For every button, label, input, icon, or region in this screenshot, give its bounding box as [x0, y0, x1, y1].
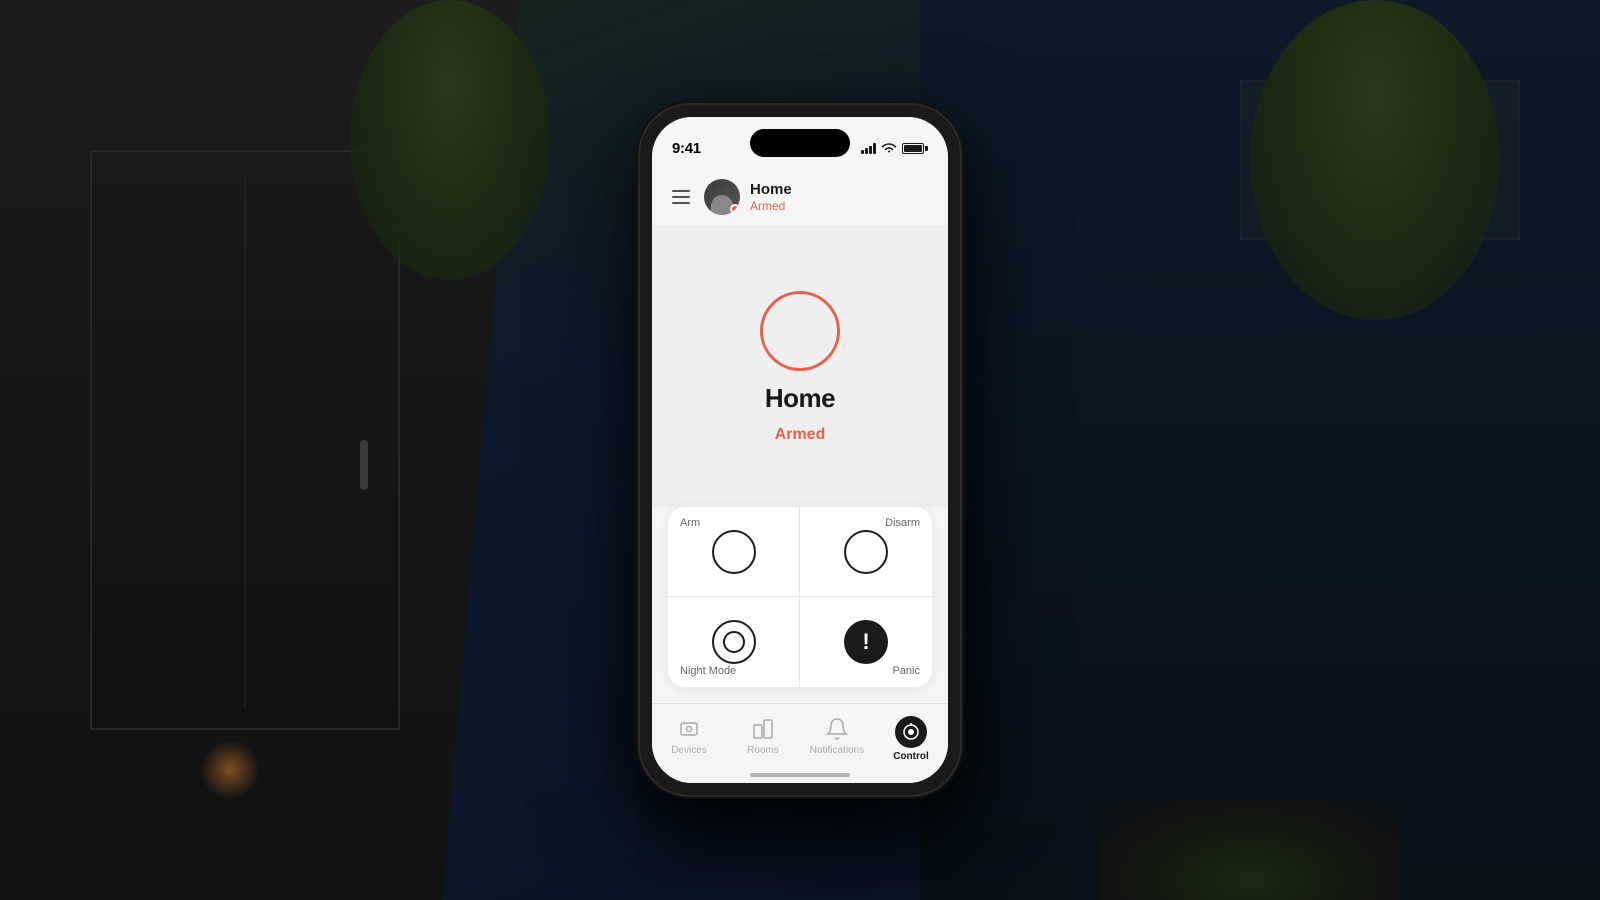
bg-door [90, 150, 400, 730]
notifications-tab-icon [824, 716, 850, 742]
night-mode-button[interactable]: Night Mode [668, 597, 800, 687]
night-mode-icon [712, 620, 756, 664]
control-grid: Arm Disarm Night Mode ! [668, 507, 932, 687]
app-header: Home Armed [652, 167, 948, 227]
menu-line-3 [672, 202, 690, 204]
main-status: Armed [775, 426, 826, 444]
panic-label: Panic [892, 665, 920, 677]
arm-button[interactable]: Arm [668, 507, 800, 597]
main-title: Home [765, 383, 835, 414]
panic-icon: ! [844, 620, 888, 664]
armed-circle[interactable] [760, 291, 840, 371]
disarm-icon [844, 530, 888, 574]
home-indicator [750, 773, 850, 777]
panic-button[interactable]: ! Panic [800, 597, 932, 687]
bg-shrubs [1100, 800, 1400, 900]
notifications-tab-label: Notifications [810, 745, 864, 756]
status-time: 9:41 [672, 140, 701, 157]
rooms-tab-label: Rooms [747, 745, 779, 756]
bg-trees-left [350, 0, 550, 280]
header-info: Home Armed [750, 181, 932, 213]
main-status-section: Home Armed [652, 227, 948, 507]
wifi-icon [881, 142, 897, 154]
disarm-label: Disarm [885, 517, 920, 529]
arm-label: Arm [680, 517, 700, 529]
tab-control[interactable]: Control [874, 712, 948, 766]
control-section: Arm Disarm Night Mode ! [668, 507, 932, 687]
control-tab-icon [895, 716, 927, 748]
signal-icon [861, 142, 876, 154]
bg-ground-light [200, 740, 260, 800]
bg-door-handle [360, 440, 368, 490]
status-icons [861, 142, 928, 154]
phone-screen: 9:41 [652, 117, 948, 783]
tab-bar: Devices Rooms Notifica [652, 703, 948, 783]
avatar[interactable] [704, 179, 740, 215]
menu-button[interactable] [668, 186, 694, 208]
disarm-button[interactable]: Disarm [800, 507, 932, 597]
control-tab-label: Control [893, 751, 929, 762]
tab-notifications[interactable]: Notifications [800, 712, 874, 760]
header-status: Armed [750, 199, 932, 213]
header-title: Home [750, 181, 932, 199]
tab-rooms[interactable]: Rooms [726, 712, 800, 760]
menu-line-1 [672, 190, 690, 192]
avatar-status-dot [730, 204, 740, 214]
rooms-tab-icon [750, 716, 776, 742]
devices-tab-label: Devices [671, 745, 707, 756]
devices-tab-icon [676, 716, 702, 742]
night-mode-inner-icon [723, 631, 745, 653]
bg-trees-right [1250, 0, 1500, 320]
dynamic-island [750, 129, 850, 157]
tab-devices[interactable]: Devices [652, 712, 726, 760]
menu-line-2 [672, 196, 690, 198]
battery-icon [902, 143, 928, 154]
night-mode-label: Night Mode [680, 665, 736, 677]
phone-wrapper: 9:41 [640, 105, 960, 795]
arm-icon [712, 530, 756, 574]
